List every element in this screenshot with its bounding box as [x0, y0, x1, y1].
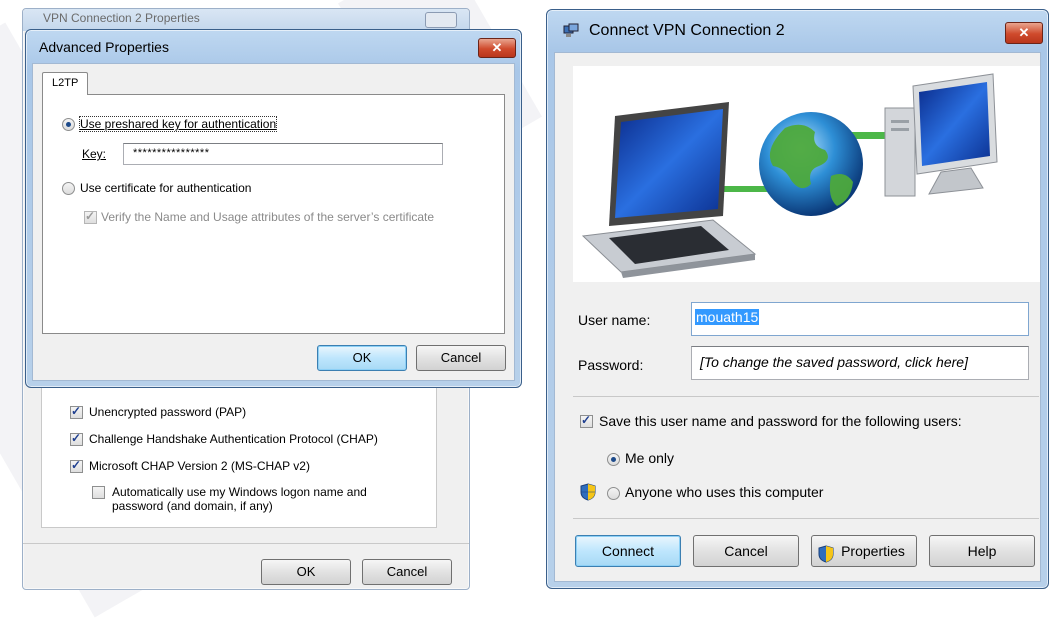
connect-close-button[interactable]: ✕: [1005, 22, 1043, 44]
close-icon: ✕: [1018, 25, 1030, 40]
password-input[interactable]: [To change the saved password, click her…: [691, 346, 1029, 380]
certificate-radio[interactable]: [62, 182, 75, 195]
advanced-cancel-label: Cancel: [440, 350, 482, 365]
certificate-label: Use certificate for authentication: [80, 181, 252, 195]
help-button[interactable]: Help: [929, 535, 1035, 567]
advanced-properties-window: Advanced Properties ✕ L2TP Use preshared…: [25, 29, 522, 388]
vpn-title-icon: [563, 23, 579, 39]
advanced-ok-button[interactable]: OK: [317, 345, 407, 371]
chap-label: Challenge Handshake Authentication Proto…: [89, 432, 378, 446]
save-credentials-checkbox[interactable]: [580, 413, 593, 428]
connect-vpn-window: Connect VPN Connection 2 ✕ User name: mo…: [546, 9, 1049, 589]
me-only-label: Me only: [625, 450, 675, 466]
password-label: Password:: [578, 357, 644, 373]
desktop-computer-icon: [884, 73, 998, 197]
shield-icon: [818, 543, 834, 563]
auto-logon-label-line2: password (and domain, if any): [112, 499, 273, 513]
cancel-label: Cancel: [724, 543, 768, 559]
close-icon: ✕: [491, 40, 503, 55]
tab-l2tp[interactable]: L2TP: [42, 72, 88, 95]
verify-label: Verify the Name and Usage attributes of …: [101, 210, 435, 224]
auto-logon-label-line1: Automatically use my Windows logon name …: [112, 485, 367, 499]
uac-shield-icon: [580, 483, 596, 501]
dialog-divider: [23, 543, 469, 544]
username-value: mouath15: [695, 309, 760, 325]
chap-checkbox[interactable]: [70, 431, 83, 446]
auto-logon-checkbox[interactable]: [92, 486, 105, 499]
preshared-label: Use preshared key for authentication: [78, 116, 278, 132]
anyone-radio[interactable]: [607, 487, 620, 500]
username-label: User name:: [578, 312, 651, 328]
pap-label: Unencrypted password (PAP): [89, 405, 247, 419]
help-label: Help: [967, 543, 997, 559]
vpn-properties-close-button[interactable]: [425, 12, 457, 28]
verify-checkbox[interactable]: [84, 209, 97, 224]
globe-icon: [759, 112, 863, 216]
network-illustration: [573, 66, 1040, 282]
properties-button[interactable]: Properties: [811, 535, 917, 567]
mschap-label: Microsoft CHAP Version 2 (MS-CHAP v2): [89, 459, 310, 473]
connect-vpn-title: Connect VPN Connection 2: [589, 22, 785, 39]
advanced-cancel-button[interactable]: Cancel: [416, 345, 506, 371]
me-only-radio[interactable]: [607, 453, 620, 466]
advanced-properties-title: Advanced Properties: [39, 39, 169, 55]
back-ok-button[interactable]: OK: [261, 559, 351, 585]
mschap-checkbox[interactable]: [70, 458, 83, 473]
advanced-ok-label: OK: [352, 350, 372, 365]
back-ok-label: OK: [296, 564, 316, 579]
anyone-label: Anyone who uses this computer: [625, 484, 824, 500]
pap-checkbox[interactable]: [70, 404, 83, 419]
key-value: ****************: [133, 147, 210, 159]
save-credentials-label: Save this user name and password for the…: [599, 413, 962, 429]
password-hint: [To change the saved password, click her…: [700, 354, 968, 370]
vpn-properties-title: VPN Connection 2 Properties: [43, 11, 200, 25]
tab-l2tp-label: L2TP: [52, 77, 79, 89]
separator: [573, 396, 1039, 397]
properties-label: Properties: [841, 543, 905, 559]
preshared-radio[interactable]: [62, 118, 75, 131]
connect-label: Connect: [601, 543, 655, 559]
connect-button[interactable]: Connect: [575, 535, 681, 567]
key-input[interactable]: ****************: [123, 143, 443, 165]
button-separator: [573, 518, 1039, 519]
username-input[interactable]: mouath15: [691, 302, 1029, 336]
advanced-close-button[interactable]: ✕: [478, 38, 516, 58]
key-label: Key:: [82, 147, 107, 161]
back-cancel-button[interactable]: Cancel: [362, 559, 452, 585]
back-cancel-label: Cancel: [386, 564, 428, 579]
cancel-button[interactable]: Cancel: [693, 535, 799, 567]
